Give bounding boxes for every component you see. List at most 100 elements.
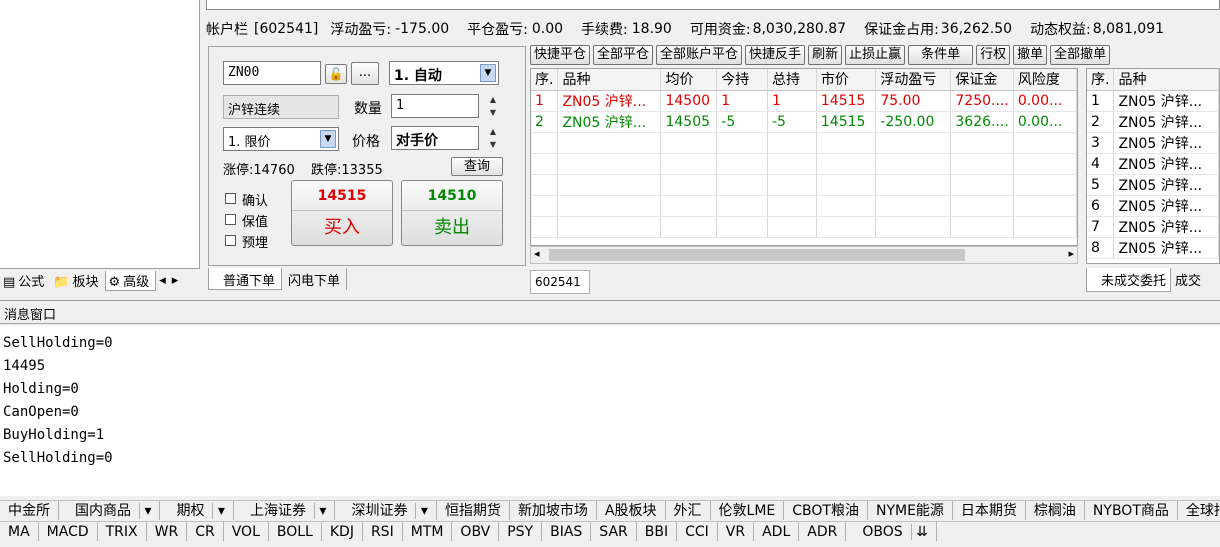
lock-icon[interactable]: 🔓 [325,64,347,84]
market-tab[interactable]: 日本期货 [953,501,1026,520]
indicator-tab[interactable]: PSY [499,522,543,541]
cancel-order-button[interactable]: 撤单 [1013,45,1048,65]
indicator-tab[interactable]: TRIX [98,522,147,541]
market-tab[interactable]: 新加坡市场 [510,501,597,520]
col-header[interactable]: 浮动盈亏 [875,69,952,91]
account-bar: 帐户栏 [602541] 浮动盈亏: -175.00 平仓盈亏: 0.00 手续… [206,16,1220,42]
market-tab[interactable]: 上海证券 ▾ [234,501,336,520]
col-header[interactable]: 序. [1087,69,1115,91]
price-stepper[interactable]: ▲ ▼ [485,125,501,151]
col-header[interactable]: 品种 [1113,69,1219,91]
close-all-button[interactable]: 全部平仓 [593,45,654,65]
table-row[interactable]: 5 ZN05 沪锌... [1087,174,1219,196]
cell: 14500 [660,90,718,112]
market-tabs: 中金所 国内商品 ▾ 期权 ▾ 上海证券 ▾ 深圳证券 ▾ 恒指期货 新加坡市场… [0,500,1220,520]
buy-button[interactable]: 14515 买入 [291,180,393,246]
conditional-order-button[interactable]: 条件单 [908,45,974,65]
stop-loss-profit-button[interactable]: 止损止赢 [845,45,906,65]
col-header[interactable]: 今持 [716,69,768,91]
table-row[interactable]: 2 ZN05 沪锌... 14505 -5 -5 14515 -250.00 3… [531,111,1077,133]
indicator-tab[interactable]: MACD [39,522,98,541]
indicator-tab[interactable]: BIAS [542,522,592,541]
tab-fills[interactable]: 成交 [1171,268,1205,292]
col-header[interactable]: 序. [531,69,559,91]
refresh-button[interactable]: 刷新 [808,45,843,65]
horizontal-scrollbar[interactable]: ◂ ▸ [530,246,1078,264]
indicator-tab[interactable]: RSI [363,522,403,541]
sell-button[interactable]: 14510 卖出 [401,180,503,246]
confirm-checkbox[interactable] [225,193,236,204]
table-row[interactable]: 2 ZN05 沪锌... [1087,111,1219,133]
tab-account[interactable]: 602541 [530,270,590,294]
more-button[interactable]: ... [351,62,379,85]
market-tab[interactable]: 国内商品 ▾ [59,501,161,520]
quick-reverse-button[interactable]: 快捷反手 [745,45,806,65]
col-header[interactable]: 保证金 [950,69,1014,91]
tab-formula[interactable]: ▤ 公式 [0,271,50,290]
market-tab[interactable]: NYBOT商品 [1085,501,1178,520]
indicator-tab[interactable]: VOL [224,522,269,541]
tab-flash-order[interactable]: 闪电下单 [282,268,348,290]
table-row[interactable]: 4 ZN05 沪锌... [1087,153,1219,175]
table-row[interactable]: 8 ZN05 沪锌... [1087,237,1219,259]
indicator-tab[interactable]: SAR [591,522,637,541]
market-tab[interactable]: 外汇 [666,501,711,520]
indicator-tab[interactable]: VR [718,522,755,541]
tab-normal-order[interactable]: 普通下单 [208,268,283,290]
table-row[interactable]: 1 ZN05 沪锌... [1087,90,1219,112]
indicator-tab[interactable]: OBOS ⇊ [846,522,937,541]
indicator-tab[interactable]: CR [187,522,224,541]
indicator-tab[interactable]: BOLL [269,522,322,541]
tab-sector[interactable]: 📁 板块 [50,271,104,290]
market-tab[interactable]: NYME能源 [868,501,953,520]
col-header[interactable]: 总持 [767,69,817,91]
market-tab[interactable]: 棕榈油 [1026,501,1085,520]
market-tab[interactable]: A股板块 [597,501,666,520]
table-row[interactable]: 3 ZN05 沪锌... [1087,132,1219,154]
close-all-accounts-button[interactable]: 全部账户平仓 [656,45,743,65]
indicator-tab[interactable]: WR [147,522,188,541]
query-button[interactable]: 查询 [451,157,503,176]
col-header[interactable]: 均价 [660,69,718,91]
open-mode-select[interactable]: 1. 自动 ▼ [389,61,499,85]
table-row[interactable]: 7 ZN05 沪锌... [1087,216,1219,238]
tab-advanced[interactable]: ⚙ 高级 [104,270,157,291]
indicator-tab[interactable]: MTM [403,522,453,541]
cancel-all-button[interactable]: 全部撤单 [1050,45,1111,65]
market-tab[interactable]: 全球指 [1178,501,1220,520]
market-tab[interactable]: 中金所 [0,501,59,520]
indicator-tab[interactable]: KDJ [322,522,363,541]
market-tab[interactable]: 期权 ▾ [160,501,234,520]
cell: 1 [767,90,817,112]
indicator-tab[interactable]: ADR [799,522,847,541]
col-header[interactable]: 品种 [557,69,662,91]
indicator-tab[interactable]: MA [0,522,39,541]
indicator-tab[interactable]: OBV [452,522,500,541]
hedge-checkbox[interactable] [225,214,236,225]
indicator-tab[interactable]: BBI [637,522,678,541]
tab-pending-orders[interactable]: 未成交委托 [1086,268,1172,292]
col-header[interactable]: 风险度 [1013,69,1077,91]
qty-input[interactable]: 1 [391,94,479,118]
table-row[interactable]: 6 ZN05 沪锌... [1087,195,1219,217]
tab-scroll-left-icon[interactable]: ◂ [156,273,169,288]
scroll-left-icon[interactable]: ◂ [534,247,540,260]
indicator-tab[interactable]: CCI [677,522,718,541]
market-tab[interactable]: CBOT粮油 [784,501,868,520]
col-header[interactable]: 市价 [816,69,877,91]
price-type-select[interactable]: 1. 限价 ▼ [223,127,339,151]
price-input[interactable]: 对手价 [391,126,479,150]
exercise-button[interactable]: 行权 [976,45,1011,65]
contract-input[interactable]: ZN00 [223,61,321,85]
scroll-right-icon[interactable]: ▸ [1068,247,1074,260]
market-tab[interactable]: 深圳证券 ▾ [335,501,437,520]
qty-stepper[interactable]: ▲ ▼ [485,93,501,119]
quick-close-button[interactable]: 快捷平仓 [530,45,591,65]
indicator-tab[interactable]: ADL [754,522,800,541]
preset-checkbox[interactable] [225,235,236,246]
table-row[interactable]: 1 ZN05 沪锌... 14500 1 1 14515 75.00 7250.… [531,90,1077,112]
scrollbar-thumb[interactable] [549,249,965,261]
market-tab[interactable]: 伦敦LME [711,501,785,520]
tab-scroll-right-icon[interactable]: ▸ [169,273,182,288]
market-tab[interactable]: 恒指期货 [437,501,510,520]
